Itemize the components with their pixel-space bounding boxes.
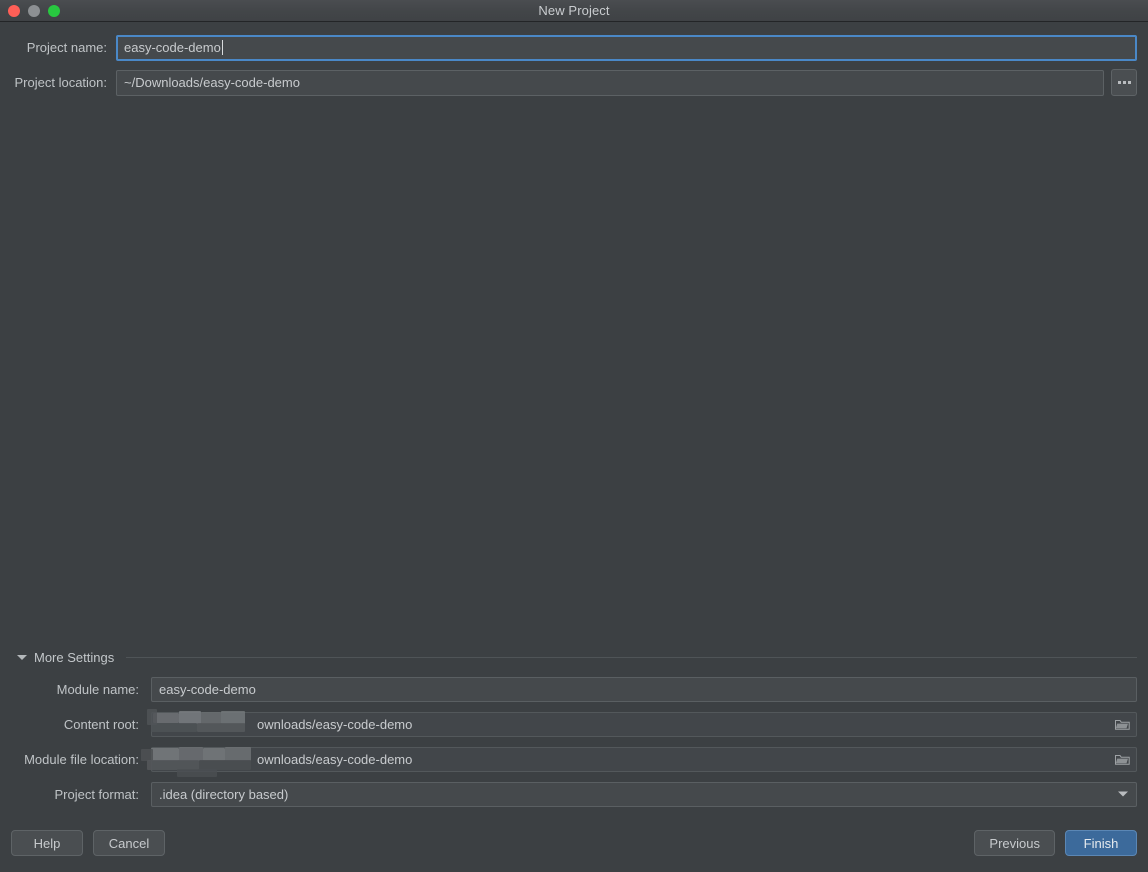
ellipsis-icon	[1122, 81, 1126, 84]
more-settings-toggle[interactable]: More Settings	[11, 647, 1137, 667]
minimize-button[interactable]	[28, 4, 40, 17]
wizard-content-area	[0, 104, 1148, 647]
footer-left-buttons: Help Cancel	[11, 830, 165, 856]
project-location-row: Project location: ~/Downloads/easy-code-…	[11, 69, 1137, 96]
window-title: New Project	[538, 3, 610, 18]
maximize-button[interactable]	[48, 4, 60, 17]
project-name-input[interactable]: easy-code-demo	[116, 34, 1137, 61]
footer-right-buttons: Previous Finish	[974, 830, 1137, 856]
finish-button[interactable]: Finish	[1065, 830, 1137, 856]
previous-button[interactable]: Previous	[974, 830, 1055, 856]
more-settings-body: Module name: easy-code-demo Content root…	[11, 667, 1137, 807]
folder-icon[interactable]	[1115, 718, 1130, 730]
browse-location-button[interactable]	[1111, 69, 1137, 96]
close-button[interactable]	[8, 4, 20, 17]
module-file-location-row: Module file location: ownloads/easy-code…	[11, 746, 1137, 777]
help-button[interactable]: Help	[11, 830, 83, 856]
project-format-value: .idea (directory based)	[159, 786, 289, 802]
project-format-select[interactable]: .idea (directory based)	[151, 781, 1137, 807]
module-name-row: Module name: easy-code-demo	[11, 676, 1137, 702]
text-caret	[221, 40, 223, 55]
project-name-value: easy-code-demo	[124, 40, 221, 55]
module-file-location-input[interactable]: ownloads/easy-code-demo	[151, 746, 1137, 772]
cancel-button[interactable]: Cancel	[93, 830, 165, 856]
chevron-down-icon[interactable]	[1118, 791, 1128, 797]
more-settings-section: More Settings Module name: easy-code-dem…	[0, 647, 1148, 816]
module-name-input[interactable]: easy-code-demo	[151, 676, 1137, 702]
project-format-label: Project format:	[54, 786, 139, 802]
ellipsis-icon	[1127, 81, 1131, 84]
new-project-dialog: New Project Project name: easy-code-demo…	[0, 0, 1148, 872]
module-name-value: easy-code-demo	[159, 681, 256, 697]
project-location-input[interactable]: ~/Downloads/easy-code-demo	[116, 69, 1104, 96]
content-root-row: Content root: ownloads/easy-code-demo	[11, 709, 1137, 737]
project-location-label: Project location:	[14, 75, 108, 90]
content-root-input[interactable]: ownloads/easy-code-demo	[151, 711, 1137, 737]
module-file-location-value: ownloads/easy-code-demo	[257, 751, 413, 767]
window-controls	[8, 0, 60, 21]
content-root-value: ownloads/easy-code-demo	[257, 716, 413, 732]
title-bar: New Project	[0, 0, 1148, 22]
module-name-label: Module name:	[56, 681, 139, 697]
dialog-footer: Help Cancel Previous Finish	[0, 816, 1148, 872]
section-divider	[126, 656, 1137, 658]
module-file-location-label: Module file location:	[24, 751, 139, 767]
project-name-label: Project name:	[26, 40, 107, 55]
ellipsis-icon	[1117, 81, 1121, 84]
project-format-row: Project format: .idea (directory based)	[11, 781, 1137, 807]
content-root-label: Content root:	[63, 716, 139, 732]
more-settings-label: More Settings	[34, 649, 115, 665]
project-location-value: ~/Downloads/easy-code-demo	[124, 75, 300, 90]
project-name-row: Project name: easy-code-demo	[11, 34, 1137, 61]
project-form: Project name: easy-code-demo Project loc…	[0, 22, 1148, 104]
triangle-down-icon	[17, 654, 27, 660]
folder-icon[interactable]	[1115, 753, 1130, 765]
